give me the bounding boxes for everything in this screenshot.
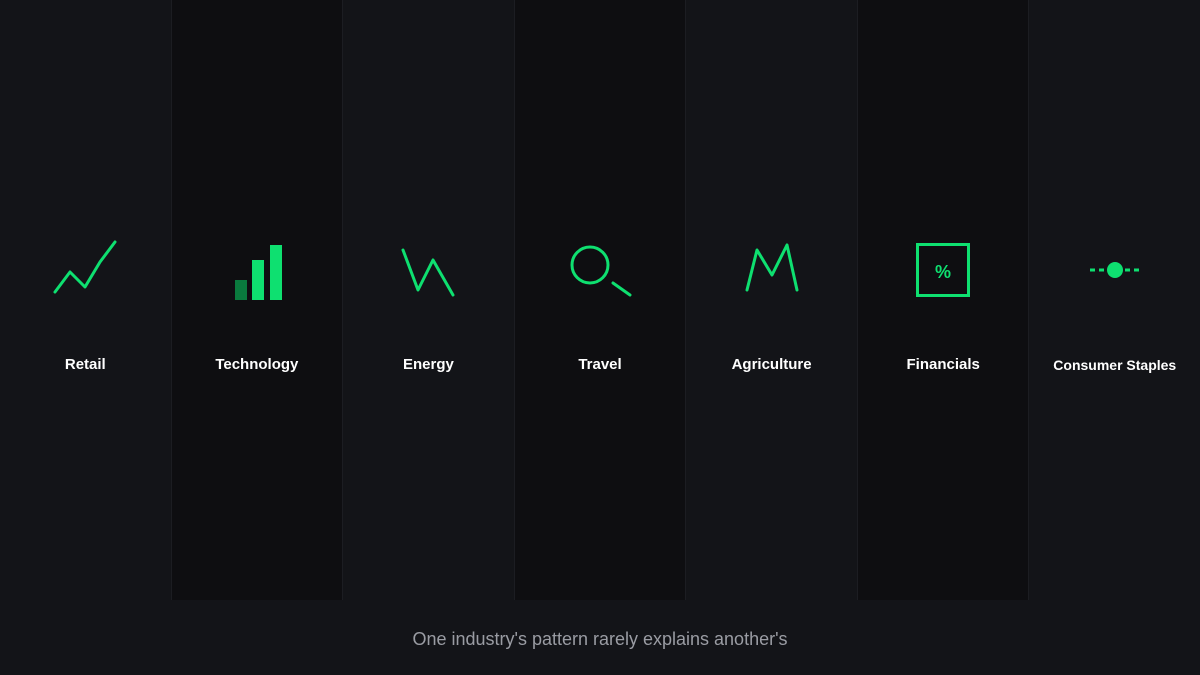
sector-label: Financials <box>906 356 980 373</box>
sector-column-consumer-staples: Consumer Staples <box>1029 0 1200 600</box>
zigzag-line-icon <box>401 248 455 297</box>
sector-column-technology: Technology <box>171 0 344 600</box>
sector-icon-holder <box>686 230 857 310</box>
percent-sign: % <box>935 262 951 282</box>
sector-panel: Retail Technology Energy Travel Agricult… <box>0 0 1200 675</box>
bar-chart-icon <box>234 245 282 300</box>
percent-box-icon: % <box>916 243 971 297</box>
sector-columns: Retail Technology Energy Travel Agricult… <box>0 0 1200 600</box>
dot-dash-icon <box>1089 262 1140 278</box>
sector-column-retail: Retail <box>0 0 172 600</box>
sector-label: Consumer Staples <box>1053 357 1177 373</box>
sector-icon-holder <box>1029 230 1200 310</box>
sector-label: Travel <box>578 356 622 373</box>
sector-icon-holder <box>515 230 686 310</box>
sector-icon-holder <box>172 230 343 310</box>
sector-column-travel: Travel <box>514 0 687 600</box>
sector-label: Energy <box>403 356 454 373</box>
sector-label: Agriculture <box>731 356 812 373</box>
sector-icon-holder <box>0 230 171 310</box>
trend-line-icon <box>53 240 117 294</box>
sector-icon-holder <box>343 230 514 310</box>
sector-column-agriculture: Agriculture <box>686 0 858 600</box>
caption-text: One industry's pattern rarely explains a… <box>412 629 788 649</box>
sector-column-energy: Energy <box>343 0 515 600</box>
sector-label: Technology <box>215 356 299 373</box>
magnifier-icon <box>570 245 632 297</box>
sector-icon-holder: % <box>858 230 1029 310</box>
peaks-line-icon <box>745 243 799 292</box>
sector-column-financials: % Financials <box>857 0 1030 600</box>
sector-label: Retail <box>64 356 106 373</box>
